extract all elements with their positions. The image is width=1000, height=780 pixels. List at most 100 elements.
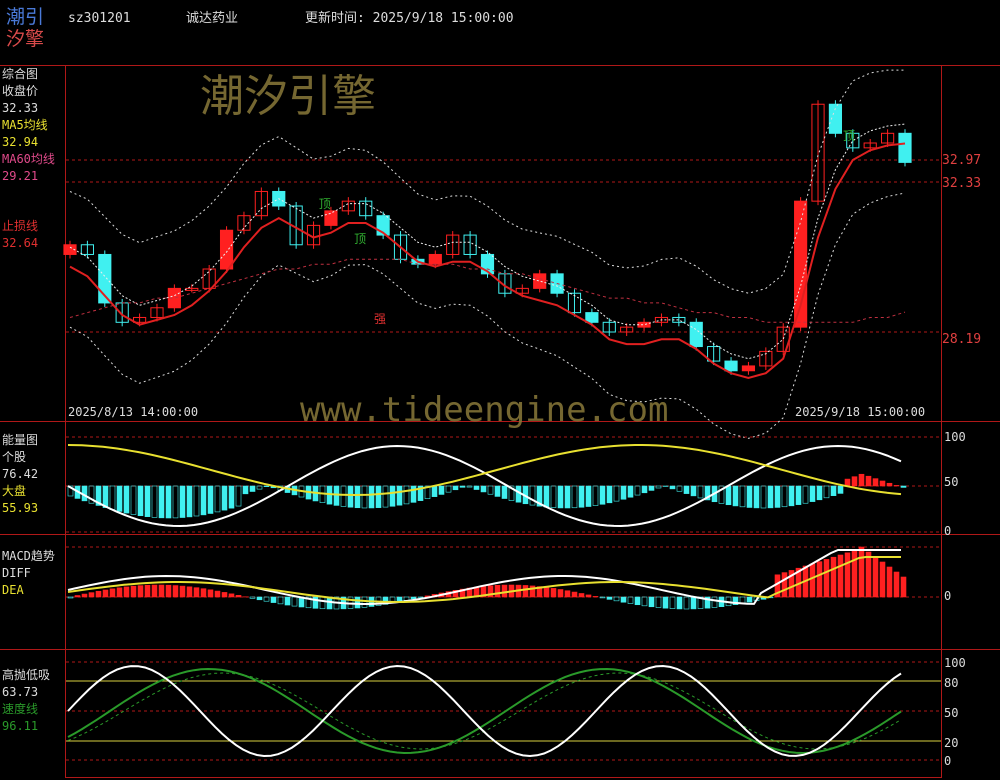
macd-bar: [858, 546, 865, 598]
macd-bar: [193, 587, 200, 598]
macd-bar: [179, 585, 186, 598]
energy-bar: [431, 485, 438, 497]
energy-bar: [550, 485, 557, 508]
macd-bar: [130, 585, 137, 598]
macd-bar: [200, 588, 207, 598]
energy-bar: [200, 485, 207, 516]
energy-bar: [823, 485, 830, 499]
energy-bar: [599, 485, 606, 505]
energy-bar: [648, 485, 655, 491]
energy-bar: [571, 485, 578, 509]
macd-bar: [571, 591, 578, 598]
macd-bar: [823, 559, 830, 598]
macd-bar: [900, 576, 907, 598]
energy-bar: [620, 485, 627, 500]
macd-bar: [585, 594, 592, 598]
energy-bar: [459, 485, 466, 488]
energy-bar: [179, 485, 186, 518]
ma5-line: [69, 123, 906, 360]
macd-bar: [172, 585, 179, 598]
energy-bar: [410, 485, 417, 503]
energy-bar: [564, 485, 571, 509]
macd-bar: [641, 596, 648, 607]
energy-bar: [354, 485, 361, 509]
macd-bar: [592, 596, 599, 598]
macd-bar: [543, 587, 550, 598]
candle-up: [324, 210, 338, 226]
energy-bar: [669, 485, 676, 490]
macd-bar: [123, 586, 130, 598]
macd-bar: [291, 596, 298, 607]
energy-bar: [382, 485, 389, 508]
energy-bar: [578, 485, 585, 508]
macd-bar: [648, 596, 655, 608]
energy-bar: [557, 485, 564, 509]
macd-bar: [893, 571, 900, 598]
candle-up: [219, 229, 234, 270]
energy-bar: [193, 485, 200, 517]
energy-bar: [102, 485, 109, 508]
energy-bar: [774, 485, 781, 508]
macd-bar: [151, 584, 158, 598]
energy-bar: [676, 485, 683, 492]
macd-bar: [221, 592, 228, 598]
macd-bar: [319, 596, 326, 610]
energy-bar: [592, 485, 599, 506]
energy-bar: [746, 485, 753, 508]
energy-bar: [858, 473, 865, 487]
energy-bar: [802, 485, 809, 504]
macd-bar: [277, 596, 284, 605]
macd-bar: [711, 596, 718, 608]
energy-bar: [228, 485, 235, 509]
energy-bar: [207, 485, 214, 514]
energy-bar: [186, 485, 193, 518]
macd-bar: [781, 572, 788, 598]
energy-bar: [340, 485, 347, 507]
macd-bar: [186, 586, 193, 598]
macd-bar: [655, 596, 662, 608]
energy-bar: [172, 485, 179, 519]
energy-bar: [725, 485, 732, 506]
candle-up: [533, 273, 547, 289]
energy-bar: [585, 485, 592, 507]
energy-bar: [886, 482, 893, 487]
energy-bar: [473, 485, 480, 490]
chart-canvas: [63, 69, 941, 761]
macd-panel: [66, 546, 941, 610]
macd-bar: [249, 596, 256, 599]
macd-bar: [354, 596, 361, 609]
energy-bar: [221, 485, 228, 511]
energy-bar: [137, 485, 144, 517]
energy-bar: [263, 485, 270, 487]
energy-bar: [893, 485, 900, 487]
macd-bar: [522, 585, 529, 598]
strong-marker: 强: [373, 312, 386, 326]
energy-bar: [837, 485, 844, 494]
energy-bar: [613, 485, 620, 502]
energy-bar: [333, 485, 340, 506]
energy-bar: [445, 485, 452, 493]
energy-bar: [165, 485, 172, 519]
macd-bar: [81, 593, 88, 598]
energy-bar: [144, 485, 151, 517]
macd-bar: [137, 585, 144, 598]
macd-bar: [95, 590, 102, 598]
top-marker: 顶: [318, 197, 331, 211]
macd-bar: [683, 596, 690, 610]
macd-bar: [557, 589, 564, 598]
energy-bar: [151, 485, 158, 518]
energy-bar: [781, 485, 788, 508]
candle-up: [637, 321, 651, 328]
energy-bar: [795, 485, 802, 505]
macd-bar: [613, 596, 620, 602]
macd-bar: [816, 561, 823, 598]
energy-bar: [634, 485, 641, 496]
macd-bar: [620, 596, 627, 603]
macd-bar: [270, 596, 277, 603]
energy-bar: [158, 485, 165, 519]
energy-bar: [767, 485, 774, 509]
macd-bar: [207, 589, 214, 598]
macd-bar: [88, 592, 95, 598]
macd-bar: [144, 584, 151, 598]
price-panel: [63, 69, 941, 439]
